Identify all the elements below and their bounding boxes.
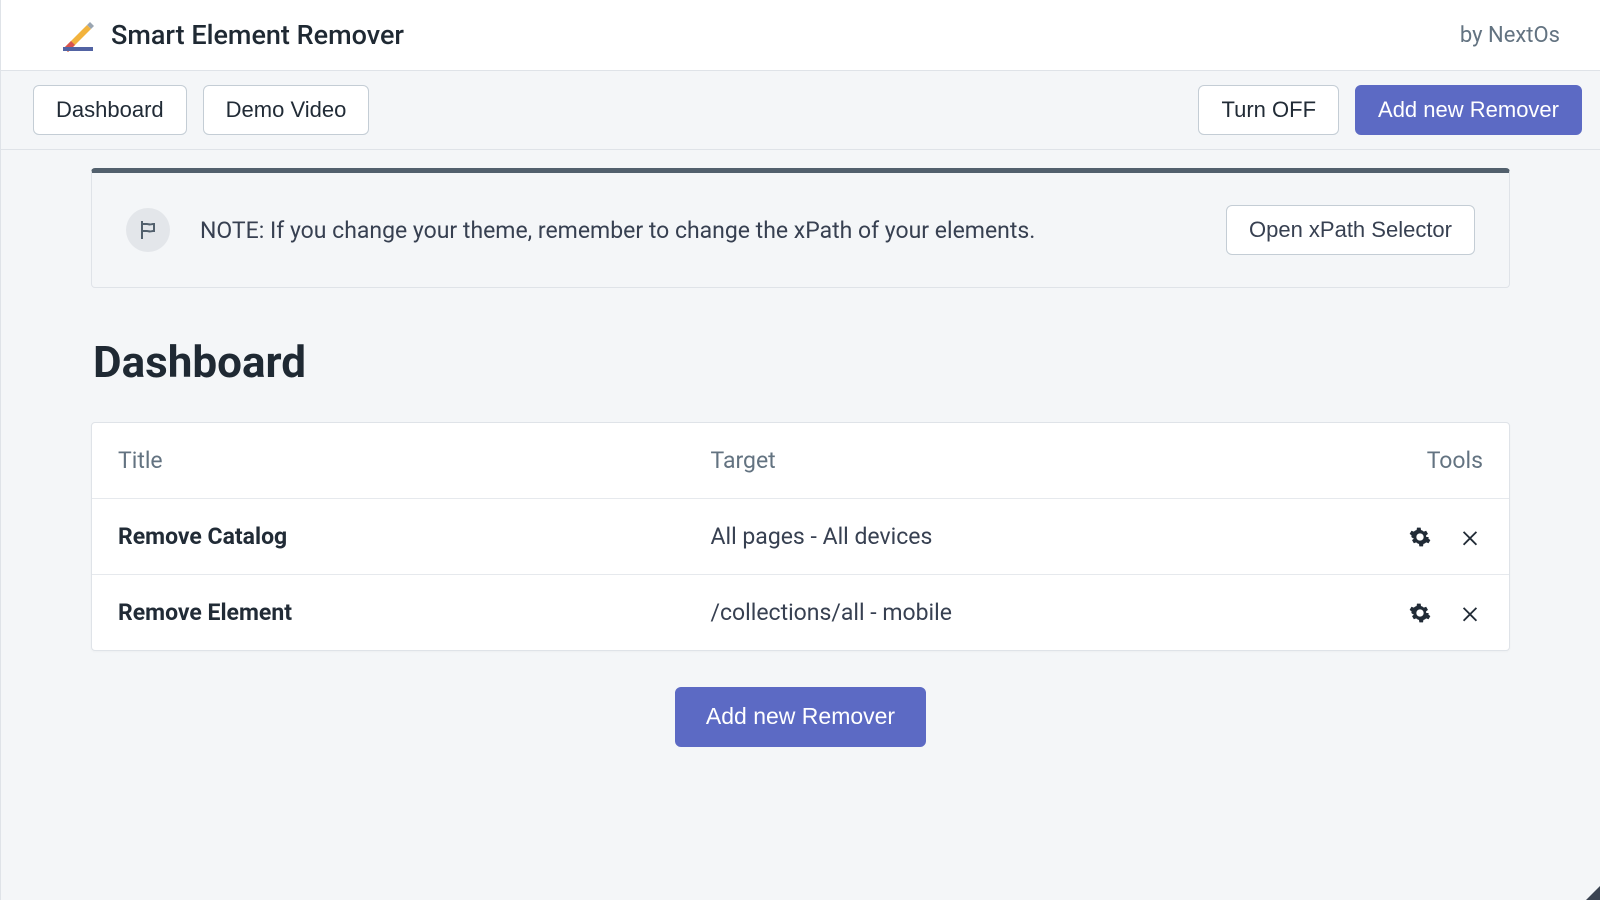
note-banner: NOTE: If you change your theme, remember… xyxy=(91,168,1510,288)
dashboard-button[interactable]: Dashboard xyxy=(33,85,187,135)
open-xpath-selector-button[interactable]: Open xPath Selector xyxy=(1226,205,1475,255)
table-header: Title Target Tools xyxy=(92,423,1509,499)
note-text: NOTE: If you change your theme, remember… xyxy=(200,217,1196,244)
page-title: Dashboard xyxy=(93,336,1510,388)
demo-video-button[interactable]: Demo Video xyxy=(203,85,370,135)
flag-icon xyxy=(126,208,170,252)
close-icon[interactable] xyxy=(1457,524,1483,550)
table-row: Remove Catalog All pages - All devices xyxy=(92,499,1509,575)
resize-handle-icon[interactable] xyxy=(1586,886,1600,900)
gear-icon[interactable] xyxy=(1407,524,1433,550)
row-target: /collections/all - mobile xyxy=(711,599,1304,626)
col-header-title: Title xyxy=(118,447,711,474)
brand-label: by NextOs xyxy=(1460,23,1560,48)
app-logo-icon xyxy=(61,18,95,52)
row-target: All pages - All devices xyxy=(711,523,1304,550)
col-header-target: Target xyxy=(711,447,1304,474)
table-row: Remove Element /collections/all - mobile xyxy=(92,575,1509,650)
row-title: Remove Element xyxy=(118,599,711,626)
topbar: Smart Element Remover by NextOs xyxy=(1,0,1600,71)
add-new-remover-button-bottom[interactable]: Add new Remover xyxy=(675,687,926,746)
turn-off-button[interactable]: Turn OFF xyxy=(1198,85,1339,135)
toolbar: Dashboard Demo Video Turn OFF Add new Re… xyxy=(1,71,1600,150)
gear-icon[interactable] xyxy=(1407,600,1433,626)
close-icon[interactable] xyxy=(1457,600,1483,626)
remover-table: Title Target Tools Remove Catalog All pa… xyxy=(91,422,1510,651)
row-title: Remove Catalog xyxy=(118,523,711,550)
add-new-remover-button[interactable]: Add new Remover xyxy=(1355,85,1582,135)
app-title: Smart Element Remover xyxy=(111,19,404,51)
topbar-left: Smart Element Remover xyxy=(61,18,404,52)
col-header-tools: Tools xyxy=(1303,447,1483,474)
